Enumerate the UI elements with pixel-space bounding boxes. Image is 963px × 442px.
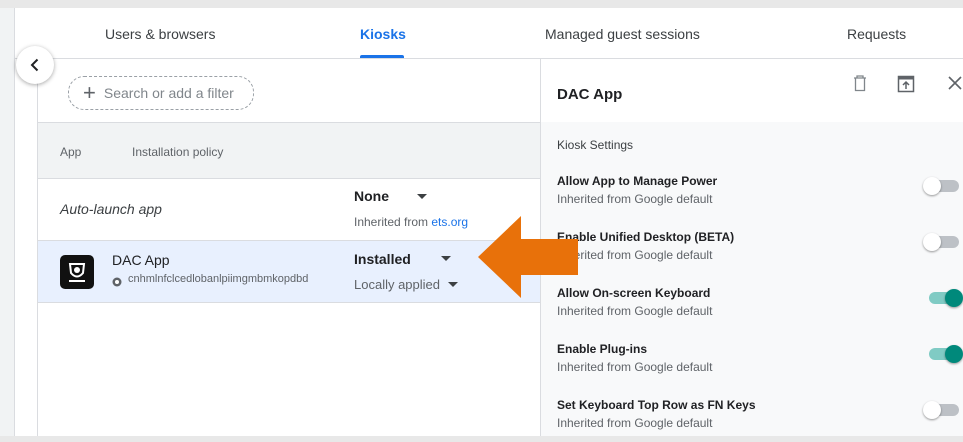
left-edge	[0, 8, 14, 436]
table-row-dac-app[interactable]: DAC App cnhmlnfclcedlobanlpiimgmbmkopdbd…	[38, 241, 542, 303]
kiosk-settings-section: Kiosk Settings Allow App to Manage Power…	[541, 122, 963, 436]
tab-requests[interactable]: Requests	[847, 26, 906, 42]
back-button[interactable]	[16, 46, 54, 84]
setting-label: Set Keyboard Top Row as FN Keys	[557, 398, 756, 412]
app-id: cnhmlnfclcedlobanlpiimgmbmkopdbd	[128, 273, 309, 285]
chevron-left-icon	[30, 58, 39, 72]
applied-status: Locally applied	[354, 277, 441, 292]
setting-inherited: Inherited from Google default	[557, 416, 713, 430]
chevron-down-icon[interactable]	[448, 282, 458, 287]
setting-manage-power: Allow App to Manage Power Inherited from…	[557, 174, 959, 218]
tab-users-browsers[interactable]: Users & browsers	[105, 26, 215, 42]
panel-header: DAC App	[541, 58, 963, 123]
toggle-unified-desktop[interactable]	[923, 232, 963, 252]
toggle-knob	[923, 177, 941, 195]
filter-search[interactable]: + Search or add a filter	[68, 76, 254, 110]
chevron-down-icon[interactable]	[417, 194, 427, 199]
chrome-store-icon	[112, 274, 122, 287]
close-icon[interactable]	[948, 76, 962, 95]
setting-inherited: Inherited from Google default	[557, 248, 713, 262]
open-in-window-icon[interactable]	[897, 75, 915, 98]
setting-label: Enable Plug-ins	[557, 342, 648, 356]
setting-onscreen-keyboard: Allow On-screen Keyboard Inherited from …	[557, 286, 963, 330]
tab-kiosks[interactable]: Kiosks	[360, 26, 406, 42]
section-title: Kiosk Settings	[557, 138, 634, 152]
app-name[interactable]: DAC App	[112, 252, 170, 268]
toggle-fn-keys[interactable]	[923, 400, 963, 420]
chevron-down-icon[interactable]	[441, 256, 451, 261]
installation-policy-value[interactable]: Installed	[354, 251, 411, 267]
setting-unified-desktop: Enable Unified Desktop (BETA) Inherited …	[557, 230, 959, 274]
delete-icon[interactable]	[853, 74, 867, 97]
column-header-app: App	[60, 145, 82, 159]
table-header: App Installation policy	[38, 122, 542, 179]
setting-inherited: Inherited from Google default	[557, 360, 713, 374]
inherited-prefix: Inherited from	[354, 215, 432, 229]
toggle-onscreen-keyboard[interactable]	[923, 288, 963, 308]
toggle-knob	[923, 401, 941, 419]
setting-inherited: Inherited from Google default	[557, 304, 713, 318]
tab-managed-guest-sessions[interactable]: Managed guest sessions	[545, 26, 700, 42]
search-input[interactable]: Search or add a filter	[104, 85, 234, 101]
add-filter-icon[interactable]: +	[83, 82, 96, 104]
setting-inherited: Inherited from Google default	[557, 192, 713, 206]
setting-fn-keys: Set Keyboard Top Row as FN Keys Inherite…	[557, 398, 959, 442]
toggle-manage-power[interactable]	[923, 176, 963, 196]
tab-bar: Users & browsers Kiosks Managed guest se…	[15, 8, 963, 59]
inherited-source: Inherited from ets.org	[354, 215, 468, 229]
app-settings-panel: DAC App Kiosk Settings Allow App to Mana…	[540, 58, 963, 436]
toggle-knob	[923, 233, 941, 251]
apps-list-pane: + Search or add a filter App Installatio…	[37, 58, 542, 436]
toggle-knob	[945, 345, 963, 363]
auto-launch-value[interactable]: None	[354, 188, 389, 204]
panel-title: DAC App	[557, 86, 623, 103]
setting-label: Allow App to Manage Power	[557, 174, 718, 188]
toggle-plugins[interactable]	[923, 344, 963, 364]
orange-arrow-annotation	[478, 216, 578, 298]
setting-label: Enable Unified Desktop (BETA)	[557, 230, 735, 244]
setting-label: Allow On-screen Keyboard	[557, 286, 711, 300]
auto-launch-row[interactable]: Auto-launch app None Inherited from ets.…	[38, 178, 542, 241]
app-icon	[60, 255, 94, 289]
setting-plugins: Enable Plug-ins Inherited from Google de…	[557, 342, 963, 386]
toggle-knob	[945, 289, 963, 307]
org-link[interactable]: ets.org	[431, 215, 468, 229]
column-header-installation-policy: Installation policy	[132, 145, 224, 159]
auto-launch-label: Auto-launch app	[60, 201, 162, 217]
